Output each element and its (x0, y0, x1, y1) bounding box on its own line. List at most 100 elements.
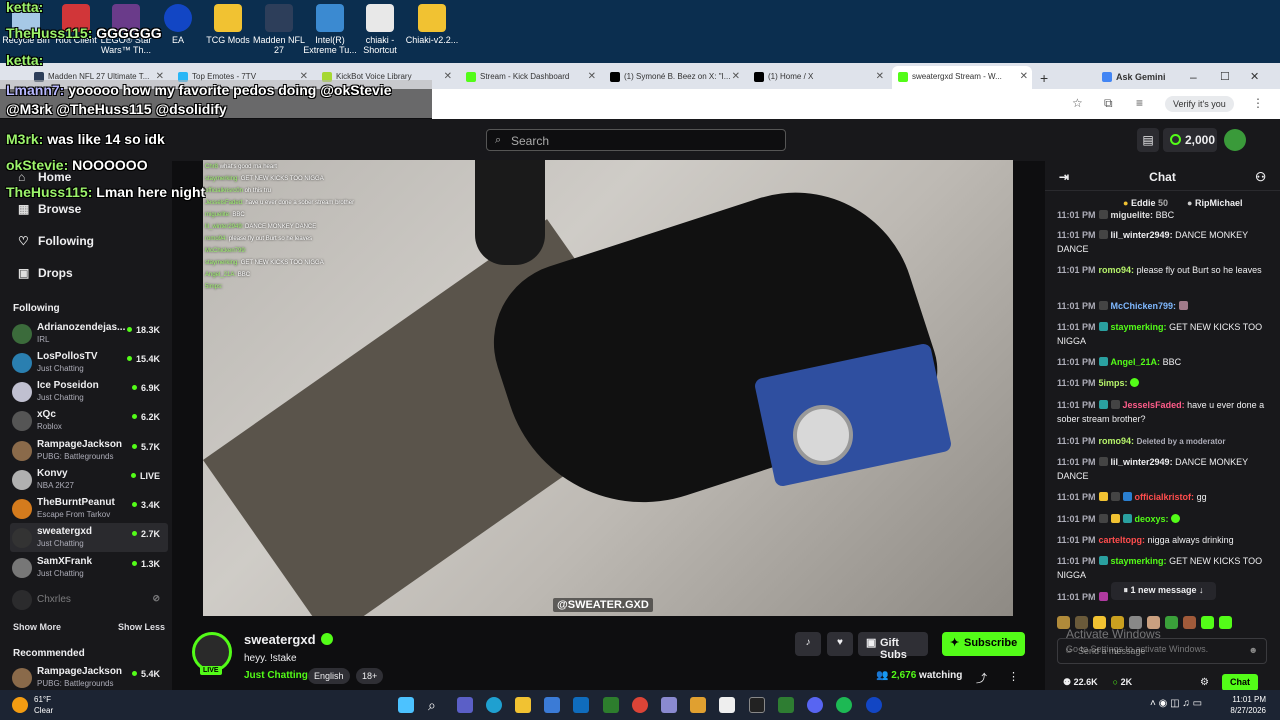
ask-gemini-button[interactable]: Ask Gemini (1096, 66, 1166, 89)
tag-mature[interactable]: 18+ (356, 668, 384, 684)
channel-item[interactable]: xQc Roblox 6.2K (10, 406, 168, 435)
tag-language[interactable]: English (308, 668, 350, 684)
gamepad-icon[interactable] (661, 697, 677, 713)
close-icon[interactable]: ✕ (300, 71, 308, 82)
channel-item[interactable]: RampageJackson PUBG: Battlegrounds 5.7K (10, 436, 168, 465)
new-message-button[interactable]: ⏸ 1 new message ↓ (1111, 582, 1216, 600)
channel-item[interactable]: TheBurntPeanut Escape From Tarkov 3.4K (10, 494, 168, 523)
new-tab-button[interactable]: + (1036, 66, 1056, 89)
chat-message: 11:01 PM McChicken799: (1057, 299, 1267, 313)
window-close-button[interactable]: ✕ (1246, 66, 1266, 89)
nav-following[interactable]: ♡ Following (18, 234, 94, 248)
chrome-icon[interactable] (632, 697, 648, 713)
tab-madden[interactable]: Madden NFL 27 Ultimate T... ✕ (28, 66, 168, 89)
weather-widget[interactable]: 61°F Clear (34, 694, 53, 716)
search-input[interactable]: ⌕ Search (486, 129, 786, 151)
video-chat-line: McChicken799: (205, 248, 247, 254)
tray-icons[interactable]: ˄ ◉ ◫ ♫ ▭ (1150, 698, 1202, 709)
show-less-button[interactable]: Show Less (118, 622, 165, 632)
teams-icon[interactable] (457, 697, 473, 713)
app-icon[interactable] (690, 697, 706, 713)
extensions-icon[interactable]: ⧉ (1104, 96, 1113, 111)
windows-taskbar: 61°F Clear ⌕ ˄ ◉ ◫ ♫ ▭ 11:01 PM 8/27/2026 (0, 690, 1280, 720)
inbox-icon[interactable]: ▤ (1137, 128, 1159, 152)
file-explorer-icon[interactable] (515, 697, 531, 713)
desktop-icon-chiaki[interactable]: chiaki - Shortcut (350, 4, 410, 55)
nav-browse[interactable]: ▦ Browse (18, 202, 81, 216)
viewer-count: LIVE (130, 471, 160, 481)
share-icon[interactable]: ⤴ (976, 670, 987, 686)
nav-home[interactable]: ⌂ Home (18, 170, 71, 184)
channel-item-offline[interactable]: Chxrles ⊘ (10, 585, 168, 614)
video-player[interactable]: Chr8 what's good ma heart staymerking: G… (203, 160, 1013, 616)
spotify-icon[interactable] (836, 697, 852, 713)
channel-item[interactable]: RampageJackson PUBG: Battlegrounds 5.4K (10, 663, 168, 692)
edge-icon[interactable] (486, 697, 502, 713)
gift-subs-button[interactable]: ▣ Gift Subs (858, 632, 928, 661)
tab-sweatergxd[interactable]: sweatergxd Stream - W... ✕ (892, 66, 1032, 89)
channel-item[interactable]: Konvy NBA 2K27 LIVE (10, 465, 168, 494)
tab-x-home[interactable]: (1) Home / X ✕ (748, 66, 888, 89)
system-clock[interactable]: 11:01 PM 8/27/2026 (1230, 694, 1266, 716)
shield-icon[interactable] (778, 697, 794, 713)
verify-button[interactable]: Verify it's you (1165, 96, 1234, 112)
user-avatar[interactable] (1224, 129, 1246, 151)
avatar (12, 441, 32, 461)
notification-bell-button[interactable]: ♪ (795, 632, 821, 656)
emote[interactable] (1183, 616, 1196, 629)
channel-item[interactable]: LosPollosTV Just Chatting 15.4K (10, 348, 168, 377)
outlook-icon[interactable] (573, 697, 589, 713)
tab-kick-dashboard[interactable]: Stream - Kick Dashboard ✕ (460, 66, 600, 89)
store-icon[interactable] (544, 697, 560, 713)
chat-users-icon[interactable]: ⚇ (1255, 170, 1266, 184)
stream-category[interactable]: Just Chatting (244, 670, 308, 681)
media-icon[interactable]: ≡ (1136, 96, 1143, 110)
points-button[interactable]: 2,000 (1163, 128, 1217, 152)
close-icon[interactable]: ✕ (444, 71, 452, 82)
desktop-icon-lego[interactable]: LEGO® Star Wars™ Th... (96, 4, 156, 55)
app-icon[interactable] (719, 697, 735, 713)
weather-icon[interactable] (12, 697, 28, 713)
close-icon[interactable]: ✕ (1020, 71, 1028, 82)
streamer-name[interactable]: sweatergxd (244, 632, 333, 647)
riot-taskbar-icon[interactable] (749, 697, 765, 713)
minimize-button[interactable]: – (1186, 66, 1206, 89)
close-icon[interactable]: ✕ (732, 71, 740, 82)
channel-item[interactable]: Adrianozendejas... IRL 18.3K (10, 319, 168, 348)
settings-gear-icon[interactable]: ⚙ (1200, 677, 1209, 688)
maximize-button[interactable]: ☐ (1216, 66, 1236, 89)
overlay-line: @M3rk @TheHuss115 @dsolidify (6, 101, 227, 117)
show-more-button[interactable]: Show More (13, 622, 61, 632)
channel-item[interactable]: SamXFrank Just Chatting 1.3K (10, 553, 168, 582)
emoji-icon[interactable]: ☻ (1249, 645, 1258, 655)
chat-send-button[interactable]: Chat (1222, 674, 1258, 691)
subscribe-button[interactable]: ✦ Subscribe (942, 632, 1025, 656)
ea-icon[interactable] (866, 697, 882, 713)
emote[interactable] (1201, 616, 1214, 629)
discord-icon[interactable] (807, 697, 823, 713)
chat-message: 11:01 PM officialkristof: gg (1057, 492, 1207, 502)
tab-x-post[interactable]: (1) Symoné B. Beez on X: "I... ✕ (604, 66, 744, 89)
start-icon[interactable] (398, 697, 414, 713)
viewer-count: 1.3K (131, 559, 160, 569)
more-options-icon[interactable]: ⋮ (1008, 670, 1019, 683)
close-icon[interactable]: ✕ (588, 71, 596, 82)
tab-kickbot[interactable]: KickBot Voice Library ✕ (316, 66, 456, 89)
search-icon[interactable]: ⌕ (428, 697, 444, 713)
channel-item[interactable]: sweatergxd Just Chatting 2.7K (10, 523, 168, 552)
close-icon[interactable]: ✕ (156, 71, 164, 82)
star-icon[interactable]: ☆ (1072, 96, 1083, 110)
desktop-icon-chiaki-folder[interactable]: Chiaki-v2.2... (402, 4, 462, 45)
stream-title: heyy. !stake (244, 653, 297, 664)
collapse-chat-icon[interactable]: ⇥ (1059, 170, 1069, 184)
close-icon[interactable]: ✕ (876, 71, 884, 82)
menu-icon[interactable]: ⋮ (1252, 96, 1264, 110)
follow-heart-button[interactable]: ♥ (827, 632, 853, 656)
avatar (12, 528, 32, 548)
nav-drops[interactable]: ▣ Drops (18, 266, 73, 280)
emote[interactable] (1165, 616, 1178, 629)
nvidia-icon[interactable] (603, 697, 619, 713)
tab-7tv[interactable]: Top Emotes - 7TV ✕ (172, 66, 312, 89)
emote[interactable] (1219, 616, 1232, 629)
channel-item[interactable]: Ice Poseidon Just Chatting 6.9K (10, 377, 168, 406)
